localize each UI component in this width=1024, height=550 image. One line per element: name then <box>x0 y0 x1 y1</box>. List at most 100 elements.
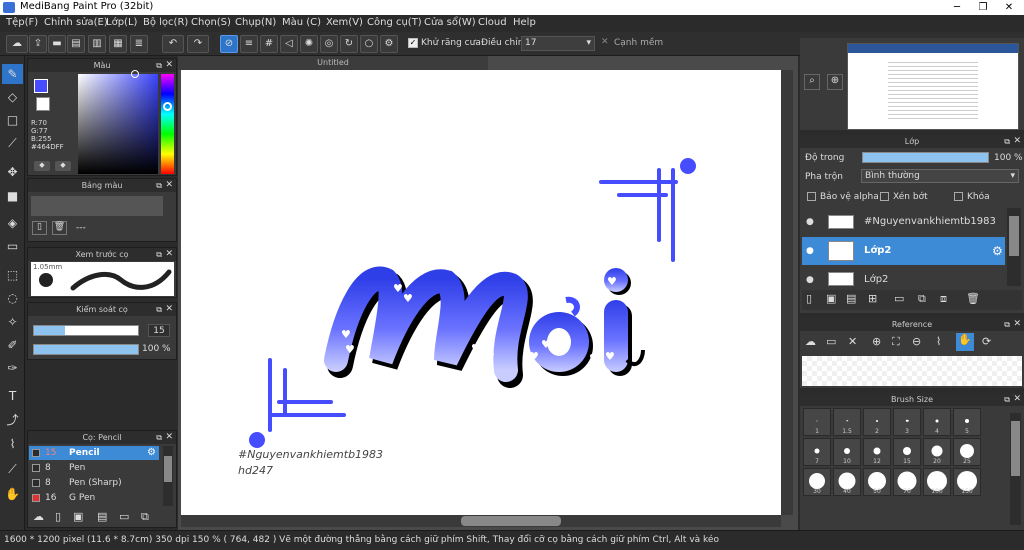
palette-swatches[interactable] <box>31 196 163 216</box>
maximize-button[interactable]: ❐ <box>970 0 996 15</box>
brush-size-cell[interactable]: 50 <box>863 468 891 496</box>
gear-icon[interactable]: ⚙ <box>147 446 156 460</box>
select-eraser-icon[interactable]: ✑ <box>2 358 23 378</box>
close-reference-icon[interactable]: ✕ <box>848 335 857 348</box>
divide-tool-icon[interactable]: ⤴ <box>2 410 23 430</box>
gear-icon[interactable]: ⚙ <box>992 237 1003 265</box>
popout-icon[interactable]: ⧉ <box>1004 318 1010 331</box>
brush-size-cell[interactable]: 150 <box>953 468 981 496</box>
folder-icon[interactable]: ▭ <box>894 292 904 305</box>
zoom-in-icon[interactable]: ⊕ <box>827 74 843 90</box>
merge-layer-icon[interactable]: ⧈ <box>940 292 947 306</box>
color-swap-icon[interactable]: ◆ <box>34 161 50 171</box>
brush-size-cell[interactable]: 2 <box>863 408 891 436</box>
magic-wand-icon[interactable]: ✧ <box>2 312 23 332</box>
zoom-out-icon[interactable]: ⊖ <box>912 335 921 348</box>
reference-view[interactable] <box>802 356 1022 386</box>
eye-icon[interactable]: ● <box>806 266 814 286</box>
layer-scrollbar[interactable] <box>1007 208 1021 286</box>
canvas-tab[interactable]: Untitled <box>178 56 488 70</box>
clip-checkbox[interactable] <box>880 192 889 201</box>
brush-size-cell[interactable]: 25 <box>953 438 981 466</box>
menu-file[interactable]: Tệp(F) <box>6 17 38 28</box>
fit-icon[interactable]: ⛶ <box>892 335 900 349</box>
close-icon[interactable]: ✕ <box>1013 318 1021 331</box>
horizontal-scrollbar[interactable] <box>181 515 781 527</box>
edge-close-icon[interactable]: ✕ <box>601 37 609 47</box>
zoom-fit-icon[interactable]: ⌕ <box>804 74 820 90</box>
sv-cursor[interactable] <box>131 70 139 78</box>
gradient-tool-icon[interactable]: ▭ <box>2 236 23 256</box>
menu-filter[interactable]: Bộ lọc(R) <box>143 17 188 28</box>
close-icon[interactable]: ✕ <box>165 248 173 261</box>
add-brush-icon[interactable]: ▣ <box>73 510 83 523</box>
brush-size-cell[interactable]: 20 <box>923 438 951 466</box>
export-icon[interactable]: ⇪ <box>29 35 47 53</box>
select-rect-icon[interactable]: ⬚ <box>2 265 23 285</box>
hand-tool-icon[interactable]: ✋ <box>2 484 23 504</box>
new-palette-icon[interactable]: ▯ <box>32 221 47 235</box>
foreground-color-swatch[interactable] <box>34 79 48 93</box>
add-layer-icon[interactable]: ⊞ <box>868 292 877 305</box>
menu-help[interactable]: Help <box>513 17 536 28</box>
brush-size-value[interactable]: 15 <box>148 324 170 337</box>
new-halftone-layer-icon[interactable]: ▣ <box>826 292 836 305</box>
popout-icon[interactable]: ⧉ <box>1004 135 1010 148</box>
new-brush-icon[interactable]: ▯ <box>55 510 61 523</box>
brush-item-g-pen[interactable]: 16 G Pen <box>29 491 159 505</box>
brush-size-cell[interactable]: 5 <box>953 408 981 436</box>
snap-settings-icon[interactable]: ⚙ <box>380 35 398 53</box>
grid-page-icon[interactable]: ▦ <box>109 35 127 53</box>
cloud-download-icon[interactable]: ☁ <box>33 510 44 523</box>
close-icon[interactable]: ✕ <box>165 303 173 316</box>
brush-size-cell[interactable]: 4 <box>923 408 951 436</box>
brush-size-cell[interactable]: 12 <box>863 438 891 466</box>
brush-size-cell[interactable]: 7 <box>803 438 831 466</box>
close-icon[interactable]: ✕ <box>1013 393 1021 406</box>
snap-off-icon[interactable]: ⊘ <box>220 35 238 53</box>
navigator-thumbnail[interactable] <box>847 43 1019 130</box>
eyedropper-icon[interactable]: ⌇ <box>2 434 23 454</box>
brush-size-cell[interactable]: 3 <box>893 408 921 436</box>
close-icon[interactable]: ✕ <box>165 59 173 72</box>
menu-capture[interactable]: Chụp(N) <box>235 17 276 28</box>
text-tool-icon[interactable]: T <box>2 386 23 406</box>
cloud-icon[interactable]: ☁ <box>6 35 28 53</box>
lock-checkbox[interactable] <box>954 192 963 201</box>
bucket-tool-icon[interactable]: ◈ <box>2 213 23 233</box>
document-icon[interactable]: ▥ <box>88 35 106 53</box>
list-icon[interactable]: ≣ <box>130 35 148 53</box>
fill-rect-tool-icon[interactable]: ■ <box>2 186 23 206</box>
drawing-canvas[interactable]: ♥ ♥ ♥ ♥ ♥ ♥ ♥ ♥ ♥ ♥ ♥ ♥ #Nguyenvankhiemtb1983 hd… <box>181 70 781 515</box>
minimize-button[interactable]: ─ <box>944 0 970 15</box>
rectangle-tool-icon[interactable]: □ <box>2 110 23 130</box>
line-tool-icon[interactable]: ⟋ <box>2 133 23 153</box>
brush-size-cell[interactable]: 15 <box>893 438 921 466</box>
duplicate-brush-icon[interactable]: ▤ <box>97 510 107 523</box>
close-button[interactable]: ✕ <box>996 0 1022 15</box>
ellipse-snap-icon[interactable]: ○ <box>360 35 378 53</box>
parallel-snap-icon[interactable]: ≡ <box>240 35 258 53</box>
eye-icon[interactable]: ● <box>806 208 814 236</box>
color-add-icon[interactable]: ◆ <box>55 161 71 171</box>
delete-layer-icon[interactable]: 🗑 <box>966 292 980 305</box>
antialias-checkbox[interactable]: ✓ <box>408 38 418 48</box>
select-pen-icon[interactable]: ✐ <box>2 335 23 355</box>
saturation-value-picker[interactable] <box>78 74 158 174</box>
hue-slider[interactable] <box>161 74 174 174</box>
menu-tools[interactable]: Công cụ(T) <box>367 17 422 28</box>
popout-icon[interactable]: ⧉ <box>156 303 162 316</box>
brush-opacity-slider[interactable] <box>33 344 139 355</box>
brush-list-scrollbar[interactable] <box>163 446 173 506</box>
layer-opacity-slider[interactable] <box>862 152 989 163</box>
menu-layer[interactable]: Lớp(L) <box>106 17 137 28</box>
popout-icon[interactable]: ⧉ <box>156 248 162 261</box>
brush-size-cell[interactable]: 30 <box>803 468 831 496</box>
menu-select[interactable]: Chọn(S) <box>191 17 231 28</box>
popout-icon[interactable]: ⧉ <box>156 59 162 72</box>
close-icon[interactable]: ✕ <box>165 179 173 192</box>
hand-icon[interactable]: ✋ <box>956 333 974 351</box>
eye-icon[interactable]: ● <box>806 237 814 265</box>
popout-icon[interactable]: ⧉ <box>1004 393 1010 406</box>
eyedropper-icon[interactable]: ⌇ <box>936 335 941 348</box>
